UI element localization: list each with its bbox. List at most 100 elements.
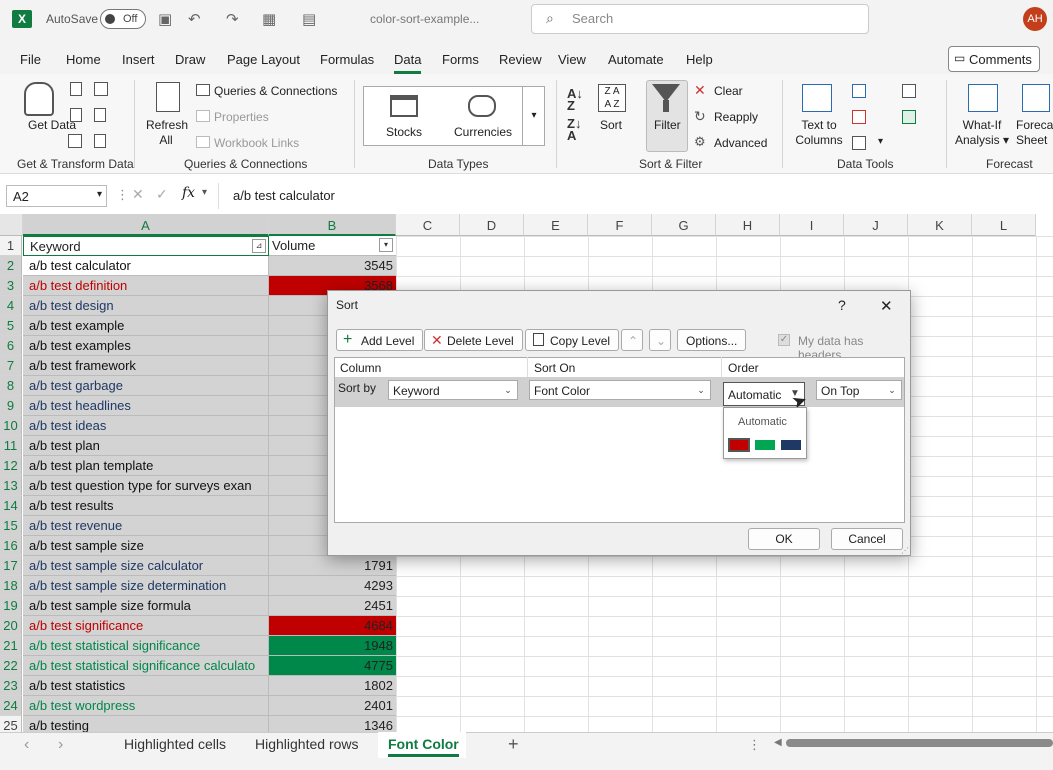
- tab-view[interactable]: View: [558, 52, 586, 67]
- row-header[interactable]: 18: [0, 576, 22, 596]
- row-header[interactable]: 10: [0, 416, 22, 436]
- column-header-g[interactable]: G: [652, 214, 716, 236]
- cell-volume[interactable]: 2401: [269, 696, 396, 716]
- queries-connections-button[interactable]: Queries & Connections: [214, 84, 337, 98]
- cell-volume[interactable]: 1346: [269, 716, 396, 732]
- row-header[interactable]: 12: [0, 456, 22, 476]
- cell-keyword[interactable]: a/b test design: [23, 296, 269, 316]
- what-if-analysis-button[interactable]: What-If Analysis ▾: [952, 118, 1012, 148]
- text-to-columns-icon[interactable]: [802, 84, 832, 112]
- row-header[interactable]: 16: [0, 536, 22, 556]
- undo-icon[interactable]: ↶: [188, 10, 201, 28]
- cell-keyword[interactable]: a/b test statistics: [23, 676, 269, 696]
- add-sheet-button[interactable]: +: [508, 734, 519, 755]
- headers-checkbox[interactable]: ✓: [778, 334, 790, 346]
- column-header-i[interactable]: I: [780, 214, 844, 236]
- resize-grip-icon[interactable]: ⋰: [901, 546, 909, 555]
- column-header-e[interactable]: E: [524, 214, 588, 236]
- clear-button[interactable]: Clear: [714, 84, 743, 98]
- cell-keyword[interactable]: a/b test definition: [23, 276, 269, 296]
- sort-az-icon[interactable]: A↓ Z: [567, 87, 583, 112]
- save-icon[interactable]: ▣: [158, 10, 172, 28]
- swatch-red-selected[interactable]: [728, 438, 750, 452]
- filter-button[interactable]: Filter: [654, 118, 681, 132]
- cell-volume[interactable]: 4293: [269, 576, 396, 596]
- cell-keyword[interactable]: a/b test sample size formula: [23, 596, 269, 616]
- cell-keyword[interactable]: a/b test ideas: [23, 416, 269, 436]
- column-header-c[interactable]: C: [396, 214, 460, 236]
- text-to-columns-button[interactable]: Text to Columns: [794, 118, 844, 148]
- forecast-sheet-button[interactable]: Foreca Sheet: [1016, 118, 1053, 148]
- get-data-icon[interactable]: [24, 82, 54, 116]
- name-box[interactable]: A2 ▾: [6, 185, 107, 207]
- currencies-button[interactable]: Currencies: [454, 125, 512, 139]
- ok-button[interactable]: OK: [748, 528, 820, 550]
- header-cell-keyword[interactable]: Keyword ⊿: [23, 236, 269, 256]
- cell-keyword[interactable]: a/b test sample size determination: [23, 576, 269, 596]
- table-icon[interactable]: ▦: [262, 10, 276, 28]
- formula-input[interactable]: a/b test calculator: [218, 183, 1053, 209]
- advanced-button[interactable]: Advanced: [714, 136, 767, 150]
- help-button[interactable]: ?: [838, 297, 846, 313]
- options-button[interactable]: Options...: [677, 329, 747, 351]
- sort-za-icon[interactable]: Z↓ A: [567, 117, 581, 142]
- row-header[interactable]: 24: [0, 696, 22, 716]
- redo-icon[interactable]: ↷: [226, 10, 239, 28]
- flash-fill-icon[interactable]: [852, 84, 866, 98]
- column-header-k[interactable]: K: [908, 214, 972, 236]
- row-header[interactable]: 22: [0, 656, 22, 676]
- column-header-l[interactable]: L: [972, 214, 1036, 236]
- swatch-navy[interactable]: [781, 440, 801, 450]
- cell-volume[interactable]: 1948: [269, 636, 396, 656]
- sheet-tab-highlighted-cells[interactable]: Highlighted cells: [124, 736, 226, 752]
- menu-item-automatic[interactable]: Automatic: [738, 416, 787, 428]
- data-types-more-icon[interactable]: ▾: [522, 86, 545, 146]
- column-header-d[interactable]: D: [460, 214, 524, 236]
- tab-page-layout[interactable]: Page Layout: [227, 52, 300, 67]
- tab-forms[interactable]: Forms: [442, 52, 479, 67]
- search-input[interactable]: ⌕ Search: [531, 4, 869, 34]
- row-header[interactable]: 11: [0, 436, 22, 456]
- stocks-button[interactable]: Stocks: [386, 125, 422, 139]
- select-all-corner[interactable]: [0, 214, 23, 236]
- fx-dropdown-icon[interactable]: ▾: [202, 187, 207, 198]
- cell-keyword[interactable]: a/b test significance: [23, 616, 269, 636]
- column-dropdown[interactable]: Keyword ⌄: [388, 380, 518, 400]
- cell-keyword[interactable]: a/b test sample size calculator: [23, 556, 269, 576]
- get-data-button[interactable]: Get Data: [28, 118, 76, 132]
- data-validation-dropdown-icon[interactable]: ▾: [878, 136, 883, 147]
- cell-volume[interactable]: 1802: [269, 676, 396, 696]
- cell-keyword[interactable]: a/b test plan: [23, 436, 269, 456]
- horizontal-scrollbar[interactable]: [786, 739, 1053, 747]
- cell-volume[interactable]: 4684: [269, 616, 396, 636]
- sheet-tab-highlighted-rows[interactable]: Highlighted rows: [255, 736, 359, 752]
- tab-file[interactable]: File: [20, 52, 41, 67]
- row-header[interactable]: 5: [0, 316, 22, 336]
- cancel-icon[interactable]: ✕: [132, 186, 144, 203]
- form-icon[interactable]: ▤: [302, 10, 316, 28]
- close-icon[interactable]: ✕: [880, 297, 893, 315]
- next-sheet-icon[interactable]: ›: [58, 736, 63, 754]
- forecast-sheet-icon[interactable]: [1022, 84, 1050, 112]
- from-table-icon[interactable]: [68, 134, 82, 148]
- tab-help[interactable]: Help: [686, 52, 713, 67]
- row-header[interactable]: 17: [0, 556, 22, 576]
- tab-review[interactable]: Review: [499, 52, 542, 67]
- from-web-icon[interactable]: [70, 108, 82, 122]
- prev-sheet-icon[interactable]: ‹: [24, 736, 29, 754]
- header-cell-volume[interactable]: Volume ▾: [269, 236, 396, 256]
- cell-keyword[interactable]: a/b test wordpress: [23, 696, 269, 716]
- column-header-j[interactable]: J: [844, 214, 908, 236]
- autosave-toggle[interactable]: Off: [100, 9, 146, 29]
- row-header[interactable]: 19: [0, 596, 22, 616]
- remove-duplicates-icon[interactable]: [852, 110, 866, 124]
- refresh-all-icon[interactable]: [156, 82, 180, 112]
- sort-on-dropdown[interactable]: Font Color ⌄: [529, 380, 711, 400]
- move-up-button[interactable]: ⌃: [621, 329, 643, 351]
- cell-keyword[interactable]: a/b test statistical significance: [23, 636, 269, 656]
- properties-button[interactable]: Properties: [214, 110, 269, 124]
- tab-home[interactable]: Home: [66, 52, 101, 67]
- row-header[interactable]: 15: [0, 516, 22, 536]
- workbook-links-button[interactable]: Workbook Links: [214, 136, 299, 150]
- cell-keyword[interactable]: a/b test example: [23, 316, 269, 336]
